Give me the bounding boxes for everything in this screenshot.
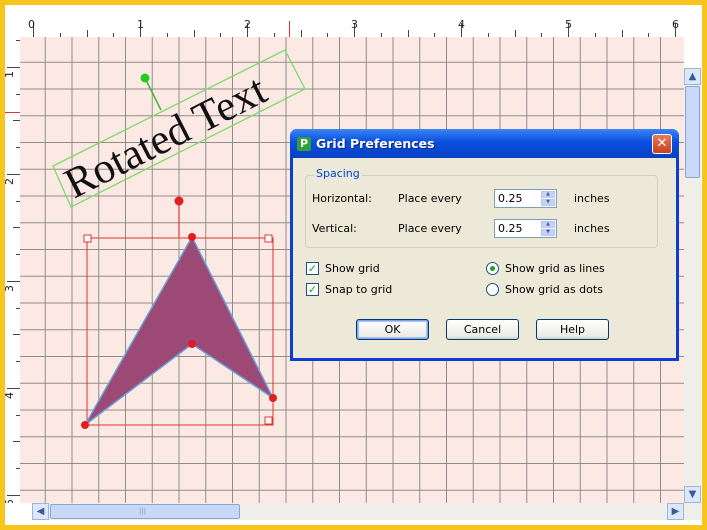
- show-grid-as-lines-radio[interactable]: [486, 262, 499, 275]
- vertical-label: Vertical:: [312, 222, 357, 235]
- scrollbar-corner: [684, 503, 701, 520]
- horizontal-spacing-value[interactable]: 0.25: [498, 192, 523, 205]
- horizontal-scrollbar[interactable]: ◀ ||| ▶: [32, 503, 684, 520]
- scroll-down-button[interactable]: ▼: [684, 486, 701, 503]
- dialog-title: Grid Preferences: [316, 136, 435, 151]
- ruler-tick: [407, 30, 409, 37]
- ruler-tick: [86, 30, 88, 37]
- ruler-tick: [300, 30, 302, 37]
- ruler-number: 4: [458, 18, 465, 31]
- selection-handle[interactable]: [264, 234, 273, 243]
- snap-to-grid-label[interactable]: Snap to grid: [325, 283, 392, 296]
- show-grid-checkbox[interactable]: ✓: [306, 262, 319, 275]
- horizontal-scroll-thumb[interactable]: |||: [50, 504, 240, 519]
- spin-down-button[interactable]: ▼: [541, 229, 555, 236]
- spacing-group: [305, 175, 658, 248]
- cancel-button[interactable]: Cancel: [446, 319, 519, 340]
- rotate-handle-line: [144, 77, 162, 111]
- scroll-up-button[interactable]: ▲: [684, 68, 701, 85]
- vertical-spacing-stepper[interactable]: 0.25 ▲ ▼: [494, 219, 557, 238]
- dialog-body: Spacing Horizontal: Place every 0.25 ▲ ▼ …: [293, 158, 676, 358]
- ruler-tick: [621, 30, 623, 37]
- ruler-number: 2: [5, 178, 16, 185]
- scroll-left-button[interactable]: ◀: [32, 503, 49, 520]
- ruler-number: 3: [5, 285, 16, 292]
- ruler-tick: [13, 334, 20, 336]
- ruler-number: 5: [5, 499, 16, 503]
- vertical-unit-label: inches: [574, 222, 610, 235]
- spin-up-button[interactable]: ▲: [541, 191, 555, 198]
- horizontal-label: Horizontal:: [312, 192, 372, 205]
- rotated-text: Rotated Text: [57, 66, 274, 208]
- app-icon: P: [297, 137, 311, 151]
- spacing-legend: Spacing: [314, 167, 362, 180]
- ruler-number: 6: [672, 18, 679, 31]
- ruler-tick: [7, 280, 20, 282]
- vertical-spacing-value[interactable]: 0.25: [498, 222, 523, 235]
- snap-to-grid-checkbox[interactable]: ✓: [306, 283, 319, 296]
- spin-up-button[interactable]: ▲: [541, 221, 555, 228]
- ruler-position-marker: [289, 21, 290, 37]
- horizontal-ruler: 0 1 2 3 4 5 6: [20, 17, 684, 38]
- show-grid-label[interactable]: Show grid: [325, 262, 380, 275]
- ruler-position-marker: [5, 112, 20, 113]
- rotated-text-object[interactable]: Rotated Text: [52, 49, 306, 208]
- selection-handle[interactable]: [83, 234, 92, 243]
- selection-handle[interactable]: [264, 416, 273, 425]
- ruler-number: 4: [5, 392, 16, 399]
- horizontal-place-every-label: Place every: [398, 192, 462, 205]
- arrow-shape-object[interactable]: [81, 196, 277, 430]
- ruler-number: 1: [137, 18, 144, 31]
- show-grid-as-dots-label[interactable]: Show grid as dots: [505, 283, 603, 296]
- help-button[interactable]: Help: [536, 319, 609, 340]
- show-grid-as-lines-label[interactable]: Show grid as lines: [505, 262, 605, 275]
- ruler-number: 3: [351, 18, 358, 31]
- ruler-tick: [193, 30, 195, 37]
- vertex-handle[interactable]: [81, 421, 89, 429]
- horizontal-spacing-stepper[interactable]: 0.25 ▲ ▼: [494, 189, 557, 208]
- horizontal-unit-label: inches: [574, 192, 610, 205]
- ruler-tick: [514, 30, 516, 37]
- ruler-number: 2: [244, 18, 251, 31]
- ruler-tick: [13, 441, 20, 443]
- ruler-corner: [5, 17, 20, 37]
- grid-preferences-dialog: P Grid Preferences ✕ Spacing Horizontal:…: [290, 129, 679, 361]
- vertical-scrollbar[interactable]: ▲ ▼: [684, 68, 701, 503]
- dialog-titlebar[interactable]: P Grid Preferences ✕: [290, 129, 679, 158]
- spin-down-button[interactable]: ▼: [541, 199, 555, 206]
- close-button[interactable]: ✕: [652, 134, 672, 154]
- ruler-tick: [7, 494, 20, 496]
- ruler-tick: [13, 227, 20, 229]
- ruler-tick: [13, 120, 20, 122]
- shape-rotate-handle[interactable]: [174, 196, 184, 206]
- rotate-handle[interactable]: [140, 73, 150, 83]
- show-grid-as-dots-radio[interactable]: [486, 283, 499, 296]
- vertical-ruler: 1 2 3 4 5: [5, 37, 21, 503]
- grip-icon: |||: [139, 507, 147, 515]
- arrow-shape: [84, 235, 275, 426]
- ruler-tick: [7, 173, 20, 175]
- ruler-number: 0: [28, 18, 35, 31]
- vertical-scroll-thumb[interactable]: [685, 86, 700, 178]
- ruler-tick: [7, 66, 20, 68]
- vertex-handle[interactable]: [269, 394, 277, 402]
- radio-selected-dot: [490, 266, 495, 271]
- close-icon: ✕: [656, 136, 668, 151]
- ruler-number: 1: [5, 71, 16, 78]
- vertical-place-every-label: Place every: [398, 222, 462, 235]
- ruler-tick: [7, 387, 20, 389]
- ok-button[interactable]: OK: [356, 319, 429, 340]
- vertex-handle[interactable]: [188, 340, 196, 348]
- ruler-number: 5: [565, 18, 572, 31]
- scroll-right-button[interactable]: ▶: [667, 503, 684, 520]
- vertex-handle[interactable]: [188, 233, 196, 241]
